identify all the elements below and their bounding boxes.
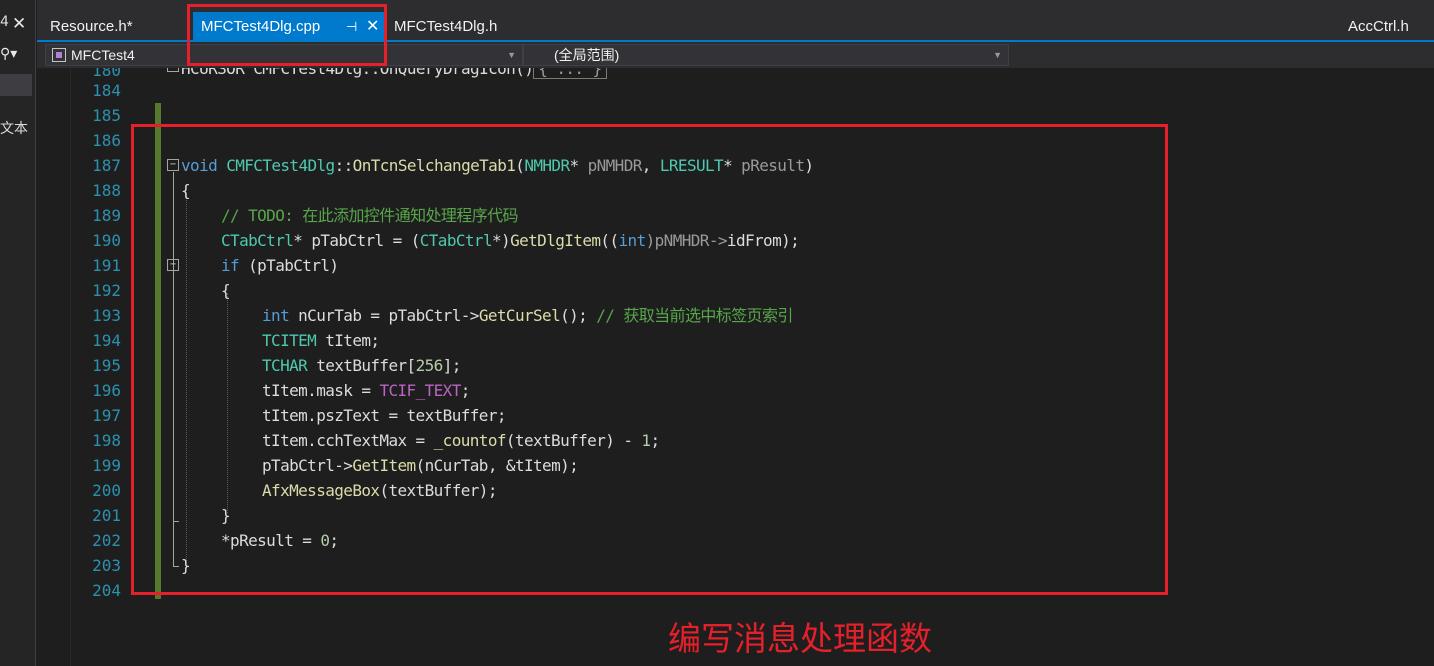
line-number: 190 [92,231,121,250]
line-number: 197 [92,406,121,425]
scope-dropdown[interactable]: (全局范围) ▼ [523,44,1009,66]
line-number: 198 [92,431,121,450]
line-number: 201 [92,506,121,525]
scope-name: (全局范围) [554,47,620,63]
expand-outline-icon[interactable]: + [167,68,179,72]
panel-title-fragment: 4 [0,14,9,30]
line-number: 199 [92,456,121,475]
line-number: 189 [92,206,121,225]
annotation-highlight-code [131,124,1168,595]
annotation-caption: 编写消息处理函数 [668,619,932,658]
tab-accctrl-h[interactable]: AccCtrl.h [1348,12,1409,42]
line-number: 195 [92,356,121,375]
tab-label: AccCtrl.h [1348,18,1409,35]
chevron-down-icon: ▼ [993,50,1002,60]
line-number: 185 [92,106,121,125]
line-number: 203 [92,556,121,575]
solution-explorer-strip: 4 ✕ ⚲▾ 文本 [0,0,36,666]
line-number: 204 [92,581,121,600]
line-number: 194 [92,331,121,350]
tab-label: MFCTest4Dlg.h [394,18,498,35]
selected-tree-item[interactable] [0,74,32,96]
line-number: 200 [92,481,121,500]
line-number: 186 [92,131,121,150]
annotation-highlight-tab [187,4,387,66]
panel-text-fragment: 文本 [0,121,28,137]
line-number: 184 [92,81,121,100]
line-number: 188 [92,181,121,200]
tab-mfctest4dlg-h[interactable]: MFCTest4Dlg.h [394,12,497,42]
line-number: 191 [92,256,121,275]
code-line-collapsed[interactable]: HCURSOR CMFCTest4Dlg::OnQueryDragIcon(){… [181,68,607,81]
class-icon [52,48,66,62]
line-number: 196 [92,381,121,400]
search-icon[interactable]: ⚲▾ [0,46,36,68]
collapsed-signature: HCURSOR CMFCTest4Dlg::OnQueryDragIcon() [181,68,534,78]
indicator-margin [37,68,71,666]
line-number: 192 [92,281,121,300]
tab-resource-h[interactable]: Resource.h* [50,12,133,42]
chevron-down-icon: ▼ [507,50,516,60]
collapsed-region-box[interactable]: { ... } [533,68,607,79]
line-number: 202 [92,531,121,550]
line-number: 187 [92,156,121,175]
tab-label: Resource.h* [50,18,133,35]
close-icon[interactable]: ✕ [12,16,26,33]
project-name: MFCTest4 [71,47,135,63]
line-number: 193 [92,306,121,325]
